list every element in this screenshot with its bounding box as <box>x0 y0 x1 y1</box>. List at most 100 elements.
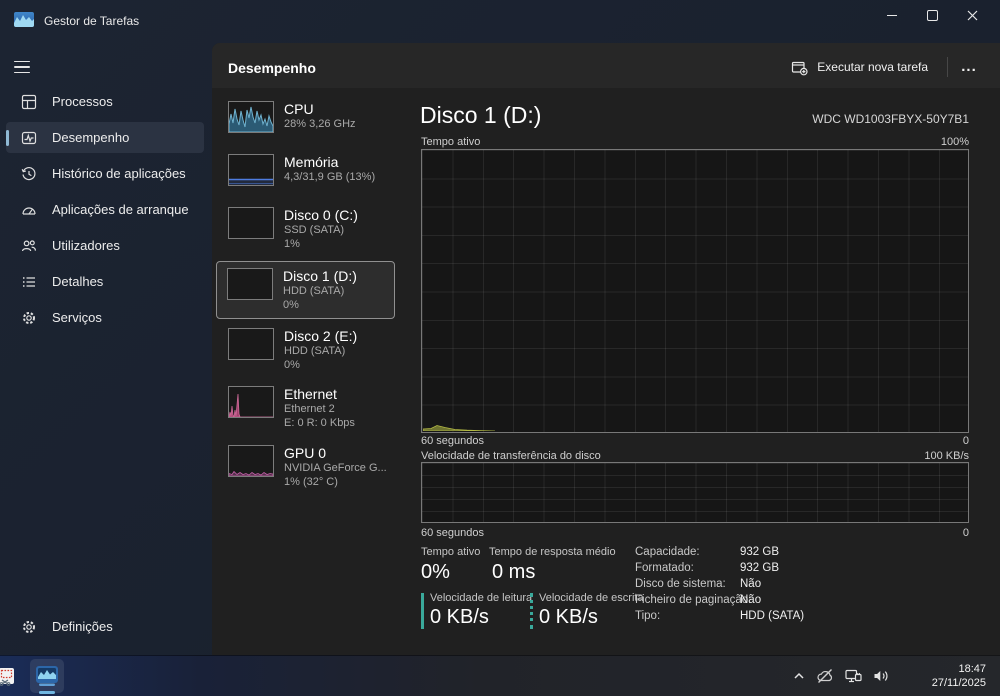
sidebar-item-details[interactable]: Detalhes <box>6 266 204 297</box>
sidebar-item-performance[interactable]: Desempenho <box>6 122 204 153</box>
capacity-label: Capacidade: <box>635 546 700 558</box>
perf-item-name: Ethernet <box>284 386 337 402</box>
perf-item-disk1[interactable]: Disco 1 (D:) HDD (SATA) 0% <box>216 261 395 319</box>
response-time-stat-label: Tempo de resposta médio <box>489 546 616 558</box>
sidebar-item-label: Detalhes <box>52 274 104 289</box>
task-manager-taskbar-icon <box>36 666 58 686</box>
settings-gear-icon <box>23 620 35 633</box>
perf-item-ethernet[interactable]: Ethernet Ethernet 2 E: 0 R: 0 Kbps <box>216 385 395 431</box>
perf-item-throughput: E: 0 R: 0 Kbps <box>284 417 355 429</box>
more-options-button[interactable]: ... <box>952 52 986 80</box>
volume-icon[interactable] <box>872 668 890 684</box>
run-new-task-button[interactable]: Executar nova tarefa <box>783 54 936 80</box>
write-speed-value: 0 KB/s <box>539 606 598 628</box>
perf-item-type: SSD (SATA) <box>284 224 345 236</box>
run-new-task-label: Executar nova tarefa <box>817 60 928 74</box>
perf-item-adapter: Ethernet 2 <box>284 403 335 415</box>
formatted-label: Formatado: <box>635 562 694 574</box>
perf-item-usage: 1% <box>284 238 300 250</box>
command-bar-divider <box>947 57 948 77</box>
processes-icon <box>21 94 37 109</box>
perf-item-name: Disco 1 (D:) <box>283 268 357 284</box>
new-task-icon <box>792 61 808 75</box>
sidebar-item-processes[interactable]: Processos <box>6 86 204 117</box>
sidebar-item-label: Serviços <box>52 310 102 325</box>
perf-item-disk0[interactable]: Disco 0 (C:) SSD (SATA) 1% <box>216 206 395 252</box>
disk-activity-trace <box>423 425 495 431</box>
system-tray <box>791 668 890 684</box>
performance-icon <box>21 131 37 144</box>
page-title: Desempenho <box>228 60 316 76</box>
network-icon[interactable] <box>844 668 863 684</box>
sidebar-item-startup-apps[interactable]: Aplicações de arranque <box>6 194 204 225</box>
perf-item-disk2[interactable]: Disco 2 (E:) HDD (SATA) 0% <box>216 327 395 373</box>
perf-item-gpu[interactable]: GPU 0 NVIDIA GeForce G... 1% (32° C) <box>216 444 395 490</box>
sidebar-item-label: Processos <box>52 94 113 109</box>
perf-item-cpu[interactable]: CPU 28% 3,26 GHz <box>216 100 395 134</box>
perf-item-name: CPU <box>284 101 314 117</box>
transfer-rate-chart-xlabel: 60 segundos <box>421 527 484 539</box>
services-icon <box>23 311 35 324</box>
sidebar-item-users[interactable]: Utilizadores <box>6 230 204 261</box>
perf-item-name: GPU 0 <box>284 445 327 461</box>
clock-date: 27/11/2025 <box>931 677 986 689</box>
titlebar: Gestor de Tarefas <box>0 0 1000 32</box>
startup-icon <box>22 206 36 215</box>
type-value: HDD (SATA) <box>740 610 805 622</box>
transfer-rate-chart-max: 100 KB/s <box>924 450 969 462</box>
taskbar-clock[interactable]: 18:47 27/11/2025 <box>932 662 986 690</box>
snipping-tool-icon[interactable] <box>0 667 18 687</box>
system-disk-value: Não <box>740 578 762 590</box>
close-button[interactable] <box>952 0 992 30</box>
formatted-value: 932 GB <box>740 562 779 574</box>
tray-chevron-up-icon[interactable] <box>791 668 807 684</box>
active-time-chart-xlabel: 60 segundos <box>421 435 484 447</box>
disk0-mini-chart <box>228 207 274 239</box>
system-disk-label: Disco de sistema: <box>635 578 726 590</box>
active-app-indicator <box>39 691 55 694</box>
onedrive-paused-icon[interactable] <box>816 668 835 684</box>
taskbar-task-manager-button[interactable] <box>30 659 64 693</box>
capacity-value: 932 GB <box>740 546 779 558</box>
task-manager-app-icon <box>14 12 34 27</box>
taskbar: 18:47 27/11/2025 <box>0 655 1000 696</box>
sidebar: Processos Desempenho Histórico de aplica… <box>6 86 204 333</box>
disk-model: WDC WD1003FBYX-50Y7B1 <box>812 112 969 126</box>
sidebar-item-label: Aplicações de arranque <box>52 202 189 217</box>
perf-item-adapter: NVIDIA GeForce G... <box>284 462 387 474</box>
active-time-chart-label: Tempo ativo <box>421 136 481 148</box>
perf-item-stats: 28% 3,26 GHz <box>284 118 356 130</box>
close-icon <box>967 10 977 20</box>
page-file-label: Ficheiro de paginação: <box>635 594 752 606</box>
read-speed-value: 0 KB/s <box>430 606 489 628</box>
ethernet-mini-chart <box>228 386 274 418</box>
transfer-rate-chart <box>421 462 969 523</box>
perf-item-usage: 0% <box>283 299 299 311</box>
sidebar-item-settings[interactable]: Definições <box>6 611 219 642</box>
sidebar-item-label: Definições <box>52 619 113 634</box>
write-speed-legend-bar <box>530 593 533 629</box>
history-icon <box>21 166 36 180</box>
perf-item-name: Disco 0 (C:) <box>284 207 358 223</box>
sidebar-item-services[interactable]: Serviços <box>6 302 204 333</box>
write-speed-label: Velocidade de escrita <box>539 592 644 604</box>
sidebar-item-label: Utilizadores <box>52 238 120 253</box>
active-time-chart-min: 0 <box>962 435 969 447</box>
response-time-stat-value: 0 ms <box>492 561 536 583</box>
active-time-chart-max: 100% <box>940 136 969 148</box>
menu-button[interactable] <box>14 56 40 78</box>
disk2-mini-chart <box>228 328 274 360</box>
type-label: Tipo: <box>635 610 661 622</box>
ellipsis-icon: ... <box>961 57 977 75</box>
maximize-button[interactable] <box>912 0 952 30</box>
perf-item-type: HDD (SATA) <box>283 285 345 297</box>
transfer-rate-chart-min: 0 <box>962 527 969 539</box>
selection-indicator <box>6 129 9 146</box>
read-speed-label: Velocidade de leitura <box>430 592 533 604</box>
sidebar-item-label: Desempenho <box>52 130 130 145</box>
minimize-button[interactable] <box>872 0 912 30</box>
perf-item-type: HDD (SATA) <box>284 345 346 357</box>
perf-item-memory[interactable]: Memória 4,3/31,9 GB (13%) <box>216 153 395 187</box>
sidebar-item-app-history[interactable]: Histórico de aplicações <box>6 158 204 189</box>
read-speed-legend-bar <box>421 593 424 629</box>
